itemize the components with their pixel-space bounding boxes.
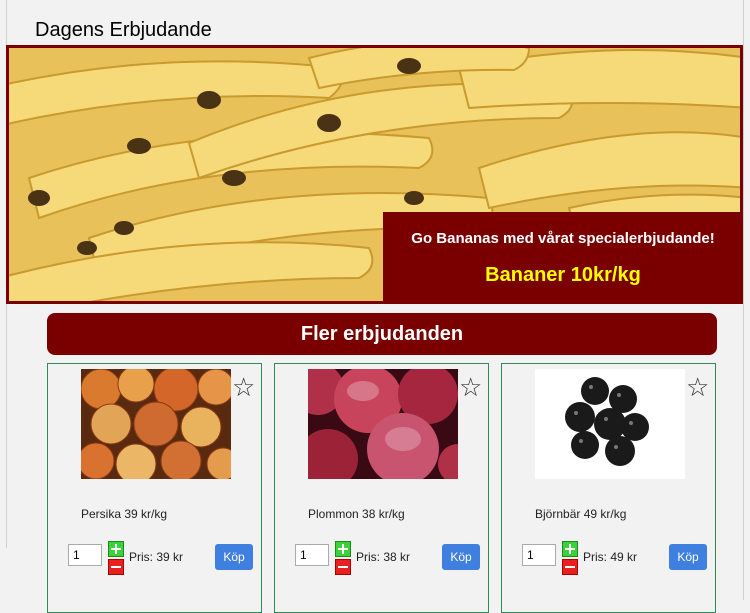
decrease-quantity-icon[interactable] <box>562 559 578 575</box>
product-name: Plommon 38 kr/kg <box>308 507 405 521</box>
page-title: Dagens Erbjudande <box>35 19 212 41</box>
blackberries-image <box>535 369 685 479</box>
decrease-quantity-icon[interactable] <box>108 559 124 575</box>
increase-quantity-icon[interactable] <box>562 541 578 557</box>
plums-image <box>308 369 458 479</box>
product-price: Pris: 49 kr <box>583 550 638 564</box>
peaches-image <box>81 369 231 479</box>
product-price: Pris: 39 kr <box>129 550 184 564</box>
product-card-blackberry: ☆ Björnbär 49 kr/kg Pris: 49 kr Köp <box>501 363 716 613</box>
quantity-input[interactable] <box>68 544 102 566</box>
quantity-input[interactable] <box>522 544 556 566</box>
favorite-star-icon[interactable]: ☆ <box>686 374 709 400</box>
product-price: Pris: 38 kr <box>356 550 411 564</box>
promo-price: Bananer 10kr/kg <box>485 264 641 286</box>
product-card-plum: ☆ Plommon 38 kr/kg Pris: 38 kr Köp <box>274 363 489 613</box>
page-frame-right <box>743 0 744 600</box>
product-name: Björnbär 49 kr/kg <box>535 507 627 521</box>
increase-quantity-icon[interactable] <box>108 541 124 557</box>
product-name: Persika 39 kr/kg <box>81 507 168 521</box>
buy-button[interactable]: Köp <box>215 544 253 570</box>
quantity-input[interactable] <box>295 544 329 566</box>
promo-banner: Go Bananas med vårat specialerbjudande! … <box>6 45 743 304</box>
favorite-star-icon[interactable]: ☆ <box>459 374 482 400</box>
decrease-quantity-icon[interactable] <box>335 559 351 575</box>
promo-text: Go Bananas med vårat specialerbjudande! <box>411 230 715 247</box>
promo-box: Go Bananas med vårat specialerbjudande! … <box>383 212 740 301</box>
buy-button[interactable]: Köp <box>669 544 707 570</box>
more-offers-header: Fler erbjudanden <box>47 313 717 355</box>
buy-button[interactable]: Köp <box>442 544 480 570</box>
favorite-star-icon[interactable]: ☆ <box>232 374 255 400</box>
increase-quantity-icon[interactable] <box>335 541 351 557</box>
product-card-peach: ☆ Persika 39 kr/kg Pris: 39 kr Köp <box>47 363 262 613</box>
